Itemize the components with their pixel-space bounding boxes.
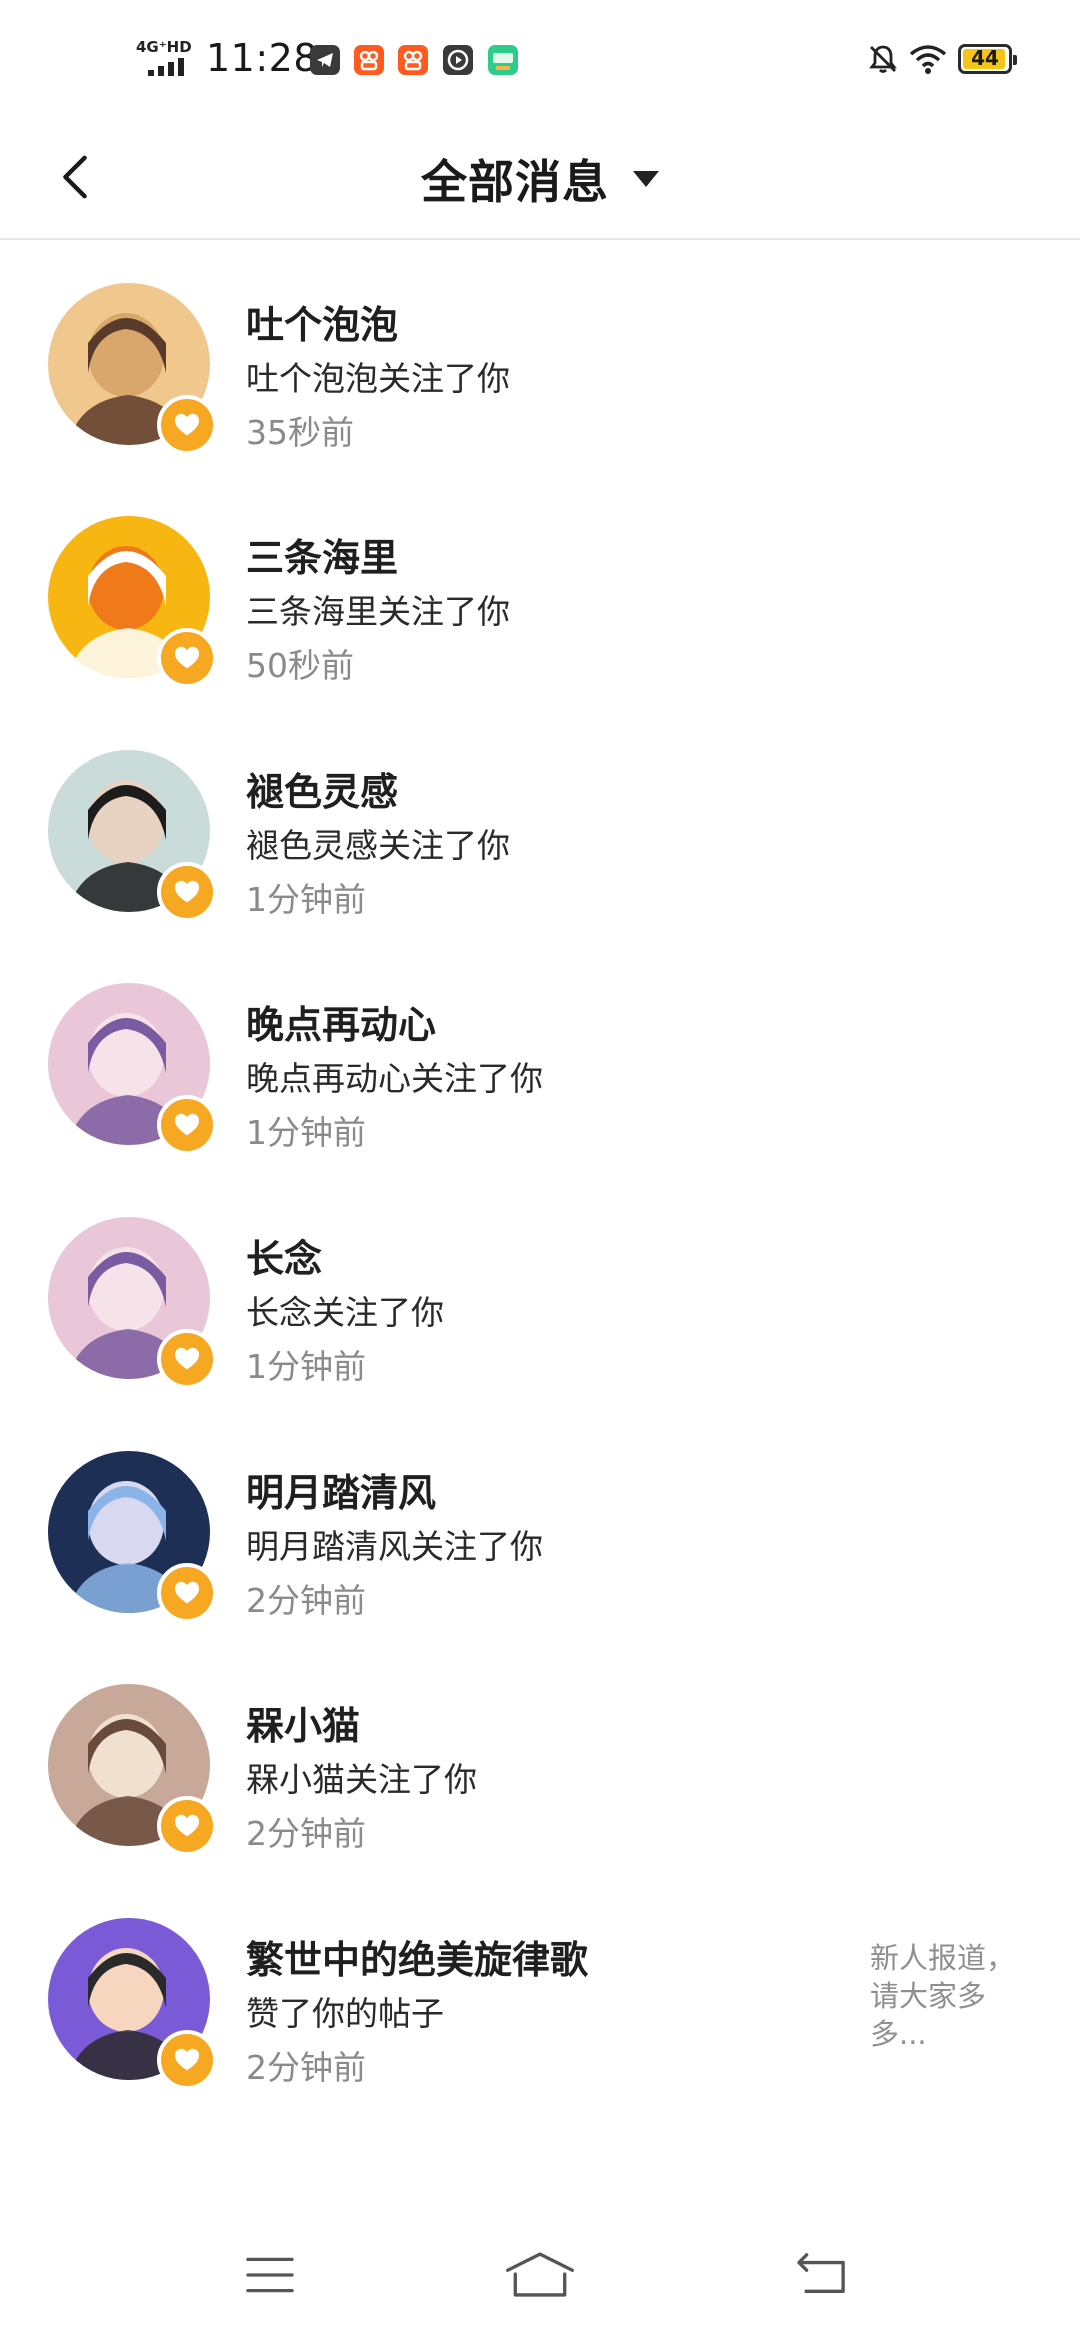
home-icon: [506, 2252, 574, 2297]
heart-icon: [171, 642, 203, 674]
message-text: 赞了你的帖子: [246, 1993, 444, 2033]
sender-name: 褪色灵感: [246, 769, 399, 814]
message-time: 35秒前: [246, 412, 354, 452]
caret-down-icon: [633, 171, 659, 187]
follow-badge: [157, 1328, 217, 1389]
page-title: 全部消息: [421, 155, 609, 209]
chevron-left-icon: [63, 155, 87, 199]
message-text: 明月踏清风关注了你: [246, 1526, 543, 1566]
menu-icon: [246, 2257, 294, 2293]
bell-muted-icon: [866, 42, 900, 80]
message-time: 2分钟前: [246, 1814, 366, 1854]
message-item[interactable]: 吐个泡泡吐个泡泡关注了你 35秒前: [0, 240, 1080, 465]
message-text: 槑小猫关注了你: [246, 1760, 477, 1800]
message-time: 1分钟前: [246, 1346, 366, 1386]
message-item[interactable]: 长念长念关注了你 1分钟前: [0, 1166, 1080, 1400]
sender-name: 槑小猫: [246, 1704, 361, 1749]
message-text: 长念关注了你: [246, 1292, 444, 1332]
system-nav-bar: [0, 2208, 1080, 2340]
sender-name: 长念: [246, 1236, 323, 1281]
back-icon: [797, 2253, 845, 2293]
cellular-signal-icon: 4G⁺HD: [134, 38, 198, 78]
heart-icon: [171, 1109, 203, 1141]
nav-home-button[interactable]: [490, 2230, 590, 2320]
message-time: 2分钟前: [246, 2047, 366, 2087]
message-item[interactable]: 繁世中的绝美旋律歌赞了你的帖子 2分钟前 新人报道，请大家多多...: [0, 1867, 1080, 2101]
kuaishou-app-icon-2: [398, 45, 428, 75]
follow-badge: [157, 628, 217, 689]
sender-name: 明月踏清风: [246, 1470, 437, 1515]
message-item[interactable]: 褪色灵感褪色灵感关注了你 1分钟前: [0, 699, 1080, 933]
nav-back-button[interactable]: [772, 2230, 872, 2320]
message-text: 吐个泡泡关注了你: [246, 358, 510, 398]
follow-badge: [157, 1796, 217, 1857]
telegram-app-icon: [310, 45, 340, 75]
message-item[interactable]: 三条海里三条海里关注了你 50秒前: [0, 465, 1080, 699]
post-preview[interactable]: 新人报道，请大家多多...: [870, 1939, 1020, 2053]
sender-name: 繁世中的绝美旋律歌: [246, 1937, 589, 1982]
battery-level: 44: [971, 46, 999, 70]
message-text: 三条海里关注了你: [246, 592, 510, 632]
heart-icon: [171, 1810, 203, 1842]
message-time: 2分钟前: [246, 1580, 366, 1620]
message-filter-dropdown[interactable]: 全部消息: [421, 146, 659, 212]
heart-icon: [171, 876, 203, 908]
heart-icon: [171, 2044, 203, 2076]
status-time: 11:28: [206, 36, 319, 80]
top-header: 全部消息: [0, 120, 1080, 240]
nav-menu-button[interactable]: [220, 2230, 320, 2320]
status-bar: 4G⁺HD 11:28 44: [0, 0, 1080, 120]
sender-name: 晚点再动心: [246, 1003, 437, 1048]
sender-name: 吐个泡泡: [246, 302, 399, 347]
heart-icon: [171, 1343, 203, 1375]
app-screen: 4G⁺HD 11:28 44 全部消息 吐个泡泡 吐个泡泡关注了你 35秒前 三…: [0, 0, 1080, 2340]
sutu-app-icon: [488, 45, 518, 75]
follow-badge: [157, 861, 217, 922]
message-time: 50秒前: [246, 646, 354, 686]
back-button[interactable]: [40, 142, 110, 212]
battery-icon: 44: [958, 44, 1017, 74]
message-text: 晚点再动心关注了你: [246, 1059, 543, 1099]
network-type-label: 4G⁺HD: [136, 38, 192, 56]
heart-icon: [171, 409, 203, 441]
message-time: 1分钟前: [246, 879, 366, 919]
message-item[interactable]: 晚点再动心晚点再动心关注了你 1分钟前: [0, 932, 1080, 1166]
message-time: 1分钟前: [246, 1113, 366, 1153]
follow-badge: [157, 394, 217, 455]
message-item[interactable]: 明月踏清风明月踏清风关注了你 2分钟前: [0, 1400, 1080, 1634]
sender-name: 三条海里: [246, 536, 399, 581]
follow-badge: [157, 1562, 217, 1623]
wifi-icon: [908, 42, 948, 80]
message-list[interactable]: 远山迷雾远山迷雾关注了你19秒前吐个泡泡吐个泡泡关注了你35秒前三条海里三条海里…: [0, 240, 1080, 2208]
heart-icon: [171, 1577, 203, 1609]
message-text: 褪色灵感关注了你: [246, 825, 510, 865]
video-app-icon: [443, 45, 473, 75]
follow-badge: [157, 2029, 217, 2090]
message-item[interactable]: 槑小猫槑小猫关注了你 2分钟前: [0, 1633, 1080, 1867]
follow-badge: [157, 1095, 217, 1156]
kuaishou-app-icon: [354, 45, 384, 75]
